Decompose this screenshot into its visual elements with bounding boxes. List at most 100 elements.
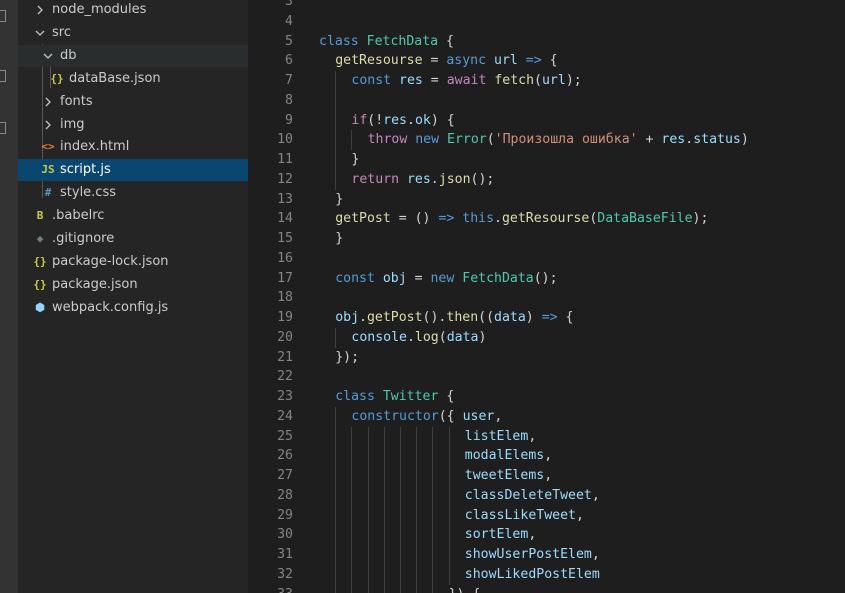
activity-icon[interactable] [0, 70, 6, 82]
code-token: => [438, 211, 455, 227]
indent-guide [383, 525, 385, 546]
indent-guide [367, 485, 369, 506]
code-text: class Twitter { [335, 387, 454, 407]
file-index-html[interactable]: <> index.html [18, 136, 248, 158]
folder-img[interactable]: img [18, 114, 248, 136]
code-token: user [462, 408, 495, 424]
code-line[interactable]: 22 [248, 367, 845, 387]
json-file-icon: {} [33, 277, 47, 291]
code-line[interactable]: 3 [248, 0, 845, 12]
indent-guide [448, 466, 450, 486]
file-package-lock-json[interactable]: {} package-lock.json [18, 251, 248, 273]
line-number: 9 [285, 112, 293, 128]
code-line[interactable]: 11} [248, 150, 845, 170]
code-line[interactable]: 32 showLikedPostElem [248, 564, 845, 585]
code-line[interactable]: 23 class Twitter { [248, 387, 845, 407]
indent-guide [335, 130, 337, 151]
tree-item-label: package-lock.json [52, 253, 169, 269]
chevron-right-icon[interactable] [41, 114, 55, 136]
code-token: ok [414, 112, 431, 128]
code-line[interactable]: 6 getResourse = async url => { [248, 51, 845, 71]
code-line[interactable]: 27 tweetElems, [248, 466, 845, 486]
code-text: } [351, 150, 359, 170]
code-line[interactable]: 20 console.log(data) [248, 327, 845, 348]
file-package-json[interactable]: {} package.json [18, 274, 248, 296]
chevron-right-icon[interactable] [33, 0, 47, 21]
code-line[interactable]: 25 listElem, [248, 426, 845, 447]
indent-guide [351, 426, 353, 447]
indent-guide [335, 71, 337, 91]
chevron-right-icon[interactable] [41, 91, 55, 113]
indent-guide [432, 525, 434, 546]
code-line[interactable]: 24 constructor({ user, [248, 406, 845, 427]
line-number: 16 [277, 250, 293, 266]
code-line[interactable]: 31 showUserPostElem, [248, 545, 845, 565]
code-line[interactable]: 10 throw new Error('Произошла ошибка' + r… [248, 130, 845, 151]
code-line[interactable]: 16 [248, 249, 845, 269]
indent-guide [400, 564, 401, 585]
code-line[interactable]: 33}) { [248, 584, 845, 593]
code-line[interactable]: 17 const obj = new FetchData(); [248, 269, 845, 289]
code-token: showLikedPostElem [464, 566, 600, 582]
code-line[interactable]: 28 classDeleteTweet, [248, 485, 845, 506]
code-line[interactable]: 13} [248, 190, 845, 210]
file-style-css[interactable]: # style.css [18, 182, 248, 204]
code-token: ({ [438, 408, 463, 424]
code-token: res [383, 112, 407, 128]
code-token: 'Произошла ошибка' [494, 132, 638, 148]
code-token: , [528, 428, 537, 444]
chevron-down-icon[interactable] [41, 45, 55, 67]
code-line[interactable]: 12 return res.json(); [248, 169, 845, 190]
activity-icon[interactable] [0, 122, 6, 134]
code-line[interactable]: 14 getPost = () => this.getResourse(DataB… [248, 209, 845, 229]
code-line[interactable]: 19 obj.getPost().then((data) => { [248, 308, 845, 328]
code-token: = [422, 53, 447, 69]
code-token: res [661, 132, 686, 148]
line-number: 23 [277, 389, 293, 404]
code-line[interactable]: 7 const res = await fetch(url); [248, 71, 845, 91]
code-line[interactable]: 9 if(!res.ok) { [248, 110, 845, 131]
file-gitignore[interactable]: ◆ .gitignore [18, 228, 248, 250]
folder-db[interactable]: db [18, 44, 248, 67]
code-line[interactable]: 5 class FetchData { [248, 32, 845, 52]
code-line[interactable]: 29 classLikeTweet, [248, 505, 845, 526]
code-text: const res = await fetch(url); [351, 71, 581, 91]
folder-node-modules[interactable]: node_modules [18, 0, 248, 21]
file-script-js[interactable]: JS script.js [18, 159, 248, 182]
tree-item-label: webpack.config.js [52, 299, 169, 315]
code-token: (); [533, 270, 558, 286]
code-line[interactable]: 30 sortElem, [248, 525, 845, 546]
code-line[interactable]: 18 [248, 288, 845, 308]
indent-guide [416, 505, 418, 526]
code-line[interactable]: 15} [248, 229, 845, 249]
activity-icon[interactable] [0, 10, 6, 22]
code-token: new [415, 132, 447, 148]
chevron-down-icon[interactable] [33, 22, 47, 44]
file-database-json[interactable]: {} dataBase.json [18, 68, 248, 90]
file-webpack-config-js[interactable]: ⬢ webpack.config.js [18, 297, 248, 319]
indent-guide [400, 584, 401, 593]
indent-guide [432, 505, 434, 526]
indent-guide [448, 564, 450, 585]
line-number: 31 [277, 547, 293, 562]
code-token: console [351, 329, 407, 345]
code-line[interactable]: 26 modalElems, [248, 446, 845, 467]
code-token: classDeleteTweet [464, 487, 592, 503]
code-token: , [591, 487, 600, 503]
folder-fonts[interactable]: fonts [18, 91, 248, 113]
code-token: data [446, 329, 479, 345]
css-file-icon: # [44, 186, 52, 200]
code-token: class [335, 389, 383, 404]
code-token: = () [390, 211, 439, 227]
code-line[interactable]: 21}); [248, 348, 845, 368]
code-editor[interactable]: 3 4 5 class FetchData {6 getResourse = async… [248, 0, 845, 593]
file-babelrc[interactable]: B .babelrc [18, 205, 248, 227]
line-number: 28 [277, 487, 293, 503]
indent-guide [432, 466, 434, 486]
line-number: 14 [277, 211, 293, 227]
code-line[interactable]: 4 [248, 12, 845, 32]
indent-guide [367, 584, 369, 593]
code-line[interactable]: 8 [248, 90, 845, 111]
indent-guide [400, 545, 401, 565]
folder-src[interactable]: src [18, 22, 248, 44]
